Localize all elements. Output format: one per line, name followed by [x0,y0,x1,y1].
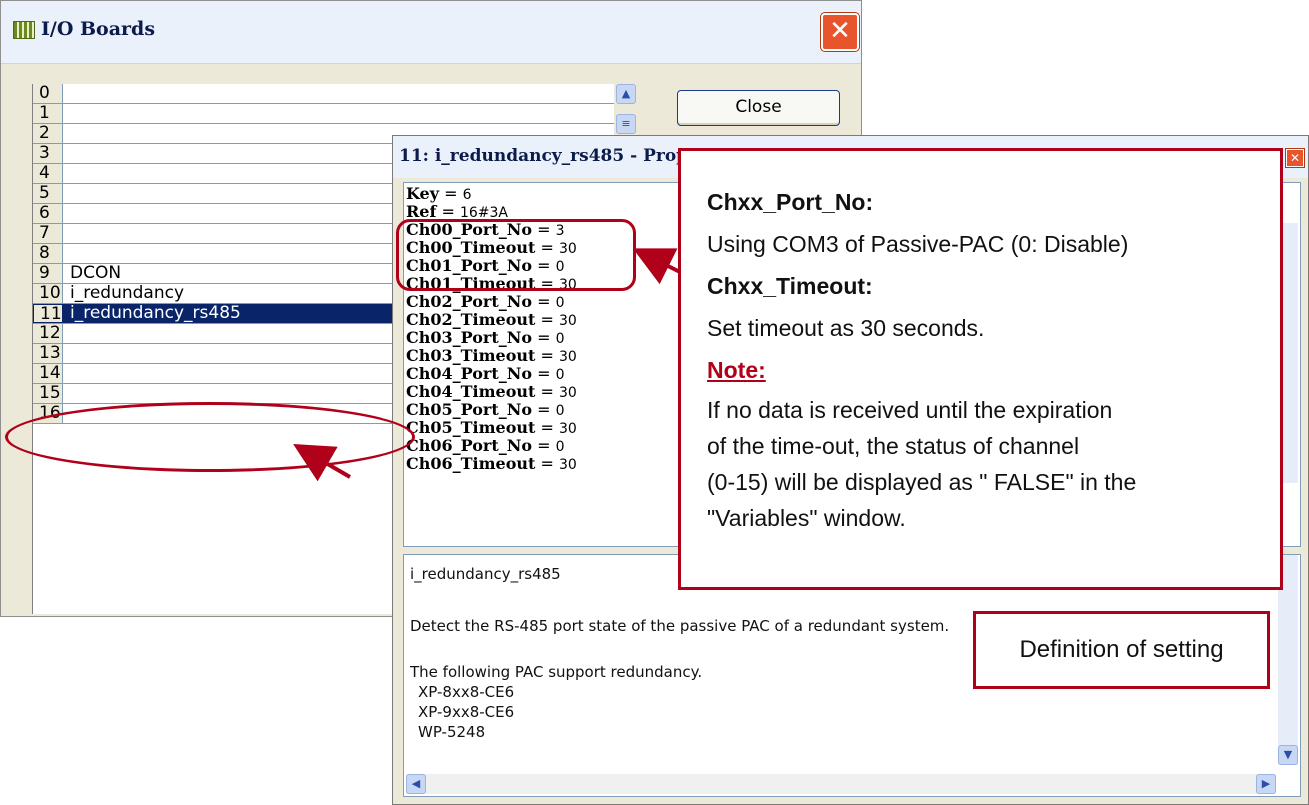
timeout-heading: Chxx_Timeout: [707,273,873,299]
param-key: Ch03_Port_No [406,328,533,347]
param-row[interactable]: Ch02_Timeout = 30 [406,310,577,330]
param-row[interactable]: Ch06_Timeout = 30 [406,454,577,474]
param-key: Ch04_Port_No [406,364,533,383]
note-line: of the time-out, the status of channel [707,433,1080,459]
io-boards-close-icon[interactable]: ✕ [821,13,859,51]
param-key: Key [406,184,440,203]
description-hscrollbar[interactable]: ◀ ▶ [406,774,1276,794]
param-key: Ch02_Timeout [406,310,536,329]
board-row-name: i_redundancy_rs485 [70,303,241,323]
param-key: Ch05_Timeout [406,418,536,437]
description-model: XP-9xx8-CE6 [418,703,515,721]
param-key: Ch06_Timeout [406,454,536,473]
settings-callout: Chxx_Port_No: Using COM3 of Passive-PAC … [678,148,1283,590]
param-row[interactable]: Ch02_Port_No = 0 [406,292,565,312]
port-text: Using COM3 of Passive-PAC (0: Disable) [707,231,1129,257]
board-row-number: 6 [33,204,63,223]
param-key: Ch02_Port_No [406,292,533,311]
timeout-text: Set timeout as 30 seconds. [707,315,985,341]
scroll-up-icon[interactable]: ▲ [616,84,636,104]
scroll-left-icon[interactable]: ◀ [406,774,426,794]
board-row-number: 2 [33,124,63,143]
param-row[interactable]: Ch04_Timeout = 30 [406,382,577,402]
board-row-number: 14 [33,364,63,383]
board-row-number: 5 [33,184,63,203]
board-row-number: 7 [33,224,63,243]
param-key: Ch05_Port_No [406,400,533,419]
param-value: 0 [555,295,565,311]
param-row[interactable]: Ch05_Timeout = 30 [406,418,577,438]
params-highlight [396,219,636,291]
board-row-number: 12 [33,324,63,343]
param-row[interactable]: Ch03_Port_No = 0 [406,328,565,348]
properties-close-icon[interactable]: ✕ [1286,149,1304,167]
param-value: 30 [559,313,577,329]
io-boards-titlebar[interactable]: I/O Boards [1,1,861,64]
scroll-thumb[interactable]: ≡ [616,114,636,134]
description-model: WP-5248 [418,723,486,741]
param-value: 0 [555,367,565,383]
close-button[interactable]: Close [677,90,840,126]
scroll-down-icon[interactable]: ▼ [1278,745,1298,765]
description-name: i_redundancy_rs485 [410,565,561,583]
board-row-name: i_redundancy [70,283,185,303]
selected-board-highlight [5,402,415,472]
board-row-number: 15 [33,384,63,403]
param-key: Ch04_Timeout [406,382,536,401]
param-value: 30 [559,457,577,473]
note-heading: Note: [707,357,766,383]
param-value: 0 [555,331,565,347]
board-row-number: 9 [33,264,63,283]
board-row-number: 8 [33,244,63,263]
param-row[interactable]: Ch05_Port_No = 0 [406,400,565,420]
param-row[interactable]: Ch04_Port_No = 0 [406,364,565,384]
io-boards-title: I/O Boards [41,18,156,40]
param-key: Ch03_Timeout [406,346,536,365]
description-summary: Detect the RS-485 port state of the pass… [410,617,950,635]
param-value: 30 [559,421,577,437]
param-row[interactable]: Key = 6 [406,184,472,204]
board-row-1[interactable]: 1 [33,104,614,124]
note-line: "Variables" window. [707,505,906,531]
param-value: 0 [555,403,565,419]
param-value: 6 [462,187,472,203]
scroll-right-icon[interactable]: ▶ [1256,774,1276,794]
param-row[interactable]: Ch03_Timeout = 30 [406,346,577,366]
param-value: 0 [555,439,565,455]
board-row-number: 4 [33,164,63,183]
board-row-0[interactable]: 0 [33,84,614,104]
io-boards-grid-icon [13,21,35,39]
note-line: (0-15) will be displayed as " FALSE" in … [707,469,1137,495]
definition-callout: Definition of setting [973,611,1270,689]
board-row-number: 11 [33,304,63,324]
board-row-number: 10 [33,284,63,303]
description-support-heading: The following PAC support redundancy. [410,663,703,681]
port-heading: Chxx_Port_No: [707,189,874,215]
board-row-number: 0 [33,84,63,103]
param-row[interactable]: Ch06_Port_No = 0 [406,436,565,456]
board-row-number: 3 [33,144,63,163]
description-model: XP-8xx8-CE6 [418,683,515,701]
board-row-number: 1 [33,104,63,123]
board-row-name: DCON [70,263,122,283]
param-value: 30 [559,385,577,401]
note-line: If no data is received until the expirat… [707,397,1113,423]
param-key: Ch06_Port_No [406,436,533,455]
board-row-number: 13 [33,344,63,363]
param-value: 30 [559,349,577,365]
